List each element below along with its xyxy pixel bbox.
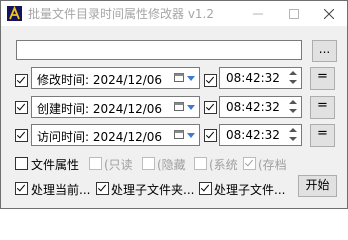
calendar-icon [174, 130, 184, 139]
hidden-label: (隐藏 [157, 158, 186, 172]
process-current-label: 处理当前... [31, 183, 91, 197]
minimize-button[interactable] [240, 1, 276, 26]
file-attributes-label: 文件属性 [31, 158, 80, 172]
spin-up-icon[interactable] [287, 126, 299, 135]
modify-time-equal-button[interactable]: = [310, 67, 335, 90]
process-subfiles-label: 处理子文件... [214, 183, 286, 197]
create-time-checkbox[interactable] [15, 101, 28, 114]
archive-label: (存档 [258, 158, 287, 172]
modify-time-value: 08:42:32 [226, 71, 280, 85]
create-time-input[interactable]: 08:42:32 [219, 96, 302, 118]
app-icon [7, 6, 22, 21]
modify-date-text: 修改时间: 2024/12/06 [37, 73, 163, 87]
readonly-checkbox[interactable] [89, 157, 102, 170]
calendar-icon [174, 73, 184, 82]
system-label: (系统 [209, 158, 238, 172]
spin-down-icon[interactable] [287, 107, 299, 116]
access-time-input[interactable]: 08:42:32 [219, 124, 302, 146]
access-time-enable-checkbox[interactable] [204, 129, 217, 142]
minimize-icon [253, 13, 263, 15]
access-date-picker[interactable]: 访问时间: 2024/12/06 [31, 124, 200, 146]
create-date-picker[interactable]: 创建时间: 2024/12/06 [31, 96, 200, 118]
archive-checkbox[interactable] [243, 157, 256, 170]
chevron-down-icon[interactable] [187, 133, 195, 138]
system-checkbox[interactable] [194, 157, 207, 170]
create-time-enable-checkbox[interactable] [204, 101, 217, 114]
chevron-down-icon[interactable] [187, 76, 195, 81]
app-window: 批量文件目录时间属性修改器 v1.2 ... 修改时间: 2024/12/06 … [0, 0, 348, 209]
spin-down-icon[interactable] [287, 135, 299, 144]
chevron-down-icon[interactable] [187, 105, 195, 110]
close-button[interactable] [311, 1, 347, 26]
access-date-text: 访问时间: 2024/12/06 [37, 130, 163, 144]
file-attributes-checkbox[interactable] [15, 157, 28, 170]
access-time-equal-button[interactable]: = [310, 124, 335, 147]
path-input[interactable] [16, 40, 302, 60]
title-bar[interactable]: 批量文件目录时间属性修改器 v1.2 [1, 1, 347, 26]
create-time-value: 08:42:32 [226, 100, 280, 114]
modify-time-enable-checkbox[interactable] [204, 74, 217, 87]
access-time-checkbox[interactable] [15, 129, 28, 142]
process-current-checkbox[interactable] [15, 182, 28, 195]
modify-time-spinner[interactable] [287, 69, 299, 87]
modify-date-picker[interactable]: 修改时间: 2024/12/06 [31, 67, 200, 89]
spin-up-icon[interactable] [287, 69, 299, 78]
spin-down-icon[interactable] [287, 78, 299, 87]
maximize-icon [289, 9, 299, 19]
create-time-equal-button[interactable]: = [310, 96, 335, 119]
create-time-spinner[interactable] [287, 98, 299, 116]
close-icon [324, 9, 334, 19]
create-date-text: 创建时间: 2024/12/06 [37, 102, 163, 116]
window-title: 批量文件目录时间属性修改器 v1.2 [28, 7, 215, 21]
process-subfiles-checkbox[interactable] [199, 182, 212, 195]
start-button[interactable]: 开始 [298, 175, 337, 197]
browse-button[interactable]: ... [312, 40, 337, 62]
calendar-icon [174, 102, 184, 111]
modify-time-input[interactable]: 08:42:32 [219, 67, 302, 89]
access-time-spinner[interactable] [287, 126, 299, 144]
access-time-value: 08:42:32 [226, 128, 280, 142]
spin-up-icon[interactable] [287, 98, 299, 107]
process-subfolders-label: 处理子文件夹... [111, 183, 195, 197]
readonly-label: (只读 [104, 158, 133, 172]
process-subfolders-checkbox[interactable] [96, 182, 109, 195]
maximize-button[interactable] [276, 1, 312, 26]
hidden-checkbox[interactable] [142, 157, 155, 170]
modify-time-checkbox[interactable] [15, 74, 28, 87]
